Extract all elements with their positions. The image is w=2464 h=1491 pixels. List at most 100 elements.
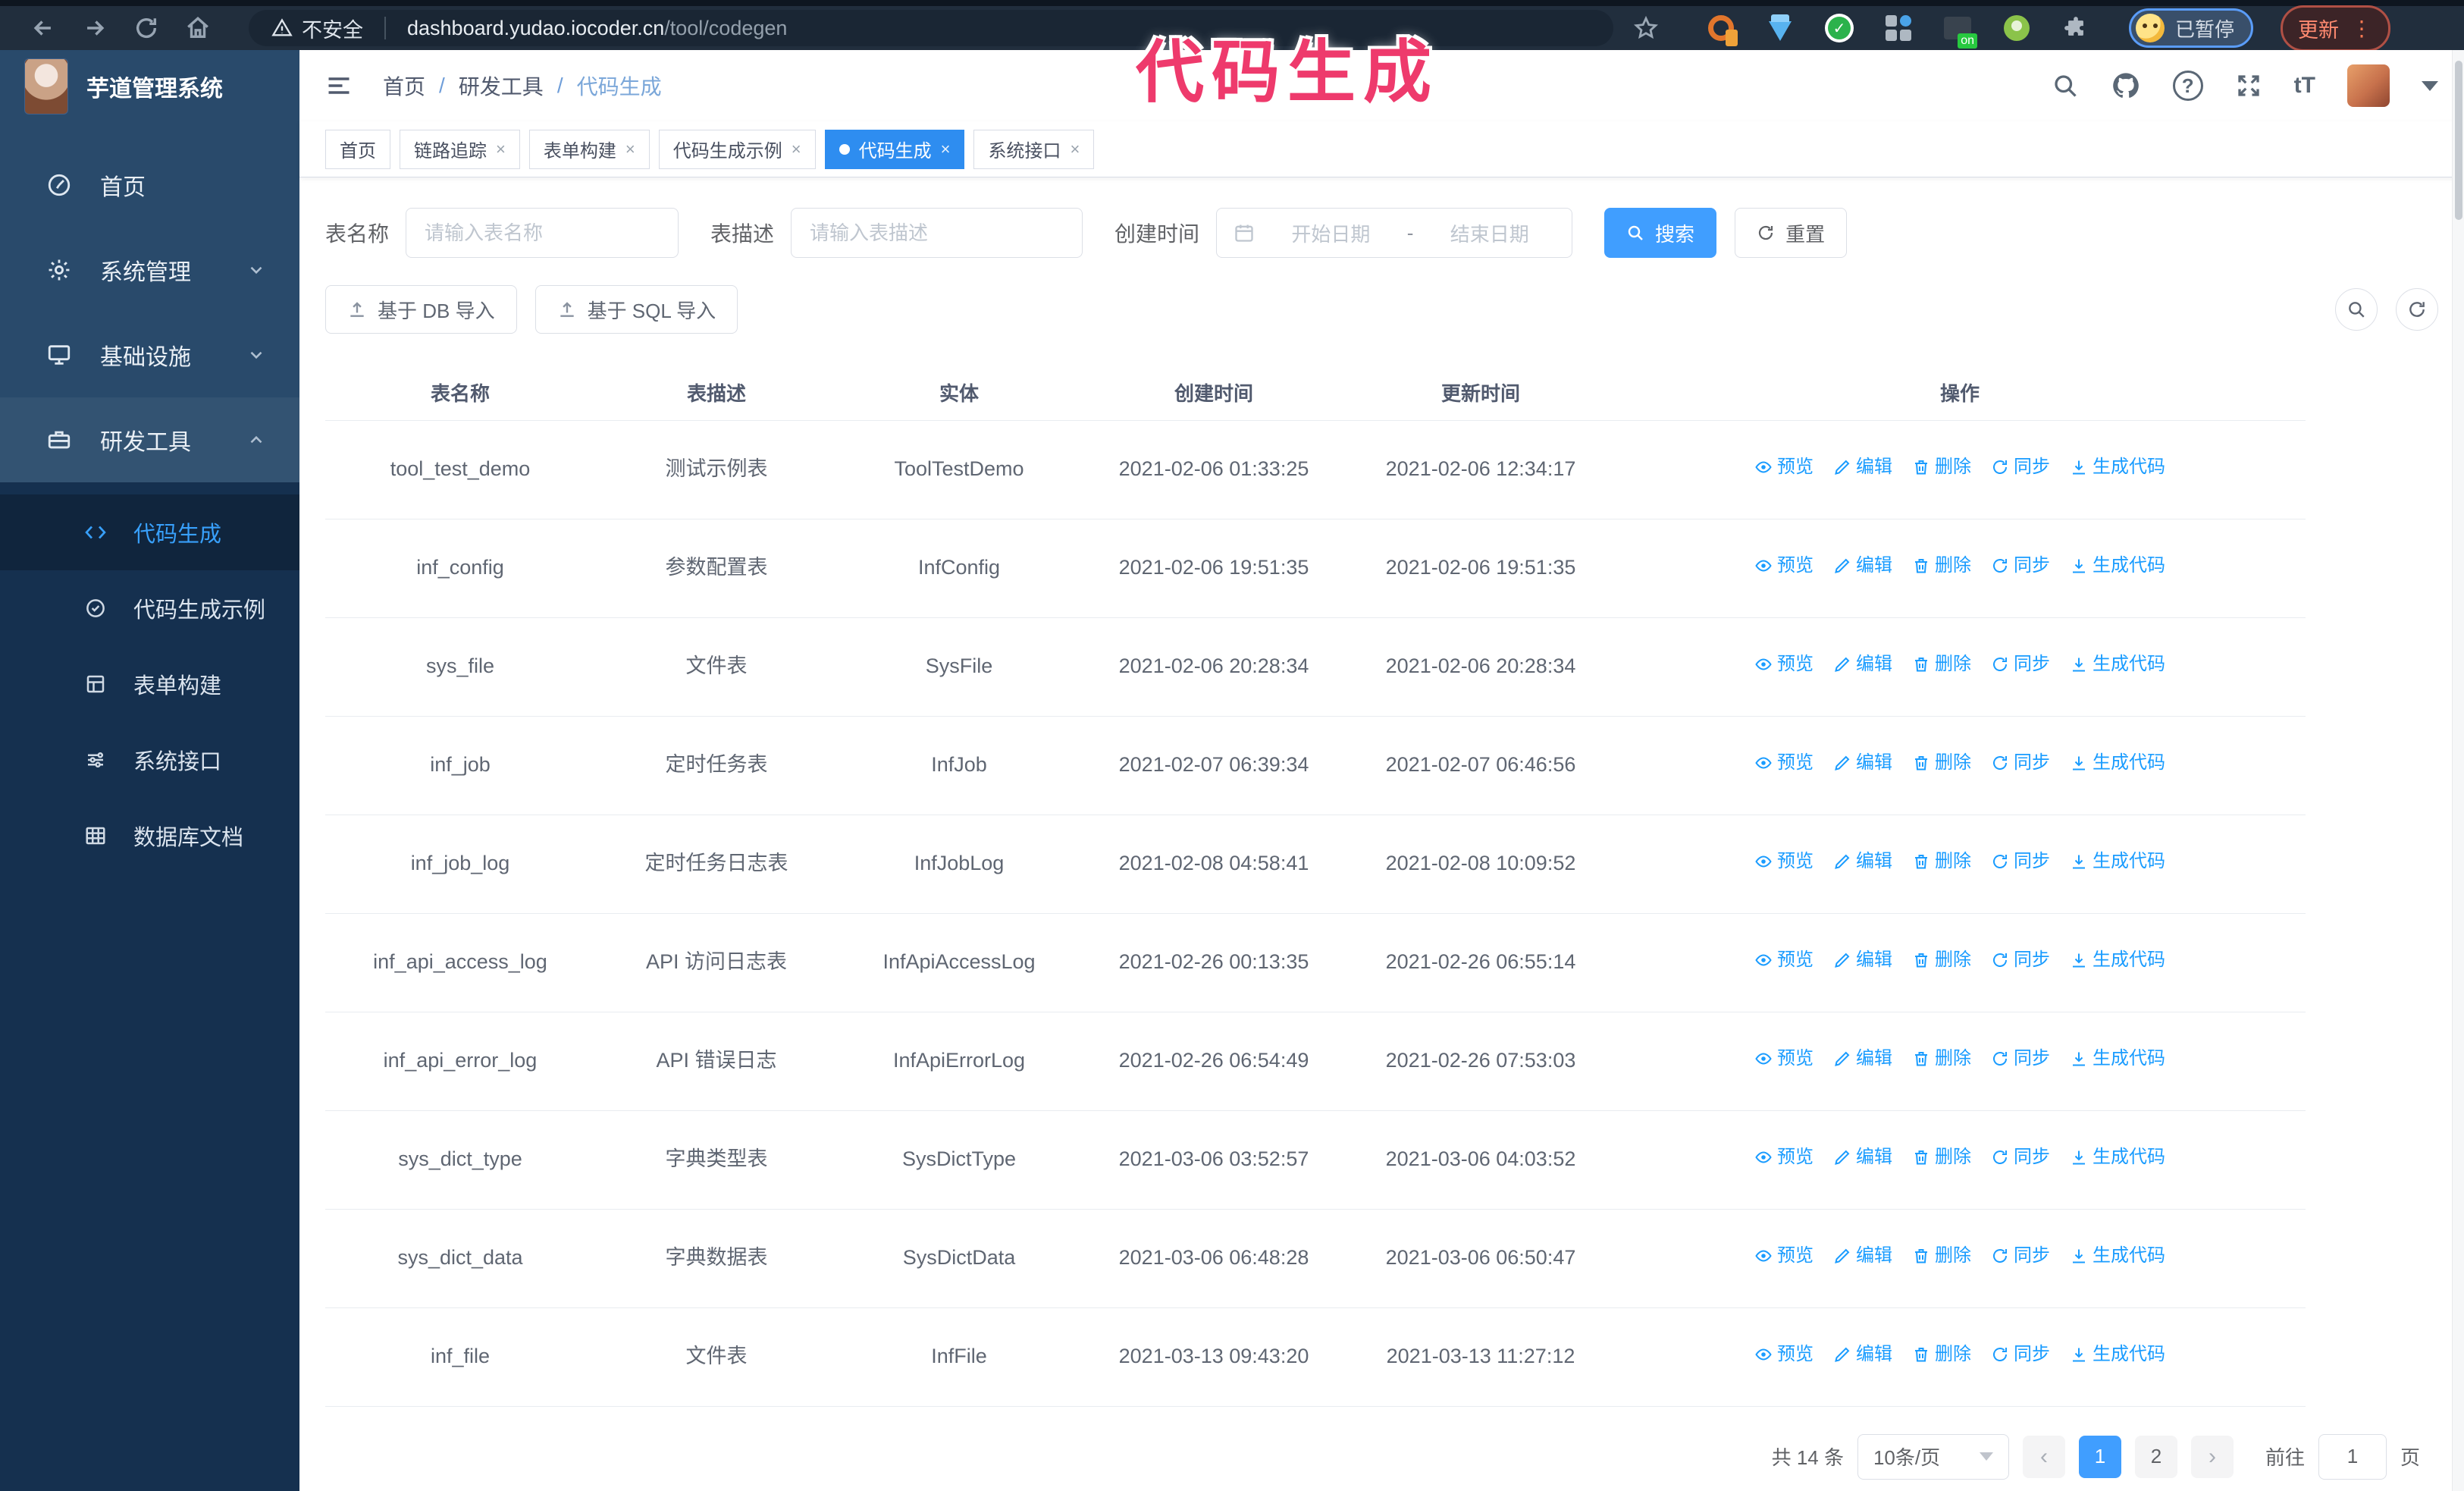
tab-home[interactable]: 首页 (325, 129, 390, 169)
browser-menu-dots-icon[interactable]: ⋮ (2351, 16, 2373, 41)
page-button-1[interactable]: 1 (2078, 1435, 2121, 1478)
delete-link[interactable]: 删除 (1912, 648, 1971, 680)
scrollbar-thumb[interactable] (2455, 61, 2462, 220)
edit-link[interactable]: 编辑 (1833, 846, 1892, 877)
extension-check-icon[interactable]: ✓ (1824, 13, 1854, 43)
page-size-select[interactable]: 10条/页 (1857, 1433, 2009, 1480)
close-icon[interactable]: × (792, 140, 801, 159)
sidebar-item-infrastructure[interactable]: 基础设施 (0, 312, 299, 397)
extension-orange-icon[interactable] (1706, 13, 1736, 43)
preview-link[interactable]: 预览 (1754, 1141, 1814, 1173)
fullscreen-icon[interactable] (2235, 72, 2262, 99)
sidebar-item-codegen[interactable]: 代码生成 (0, 494, 299, 570)
sync-link[interactable]: 同步 (1991, 747, 2050, 779)
sync-link[interactable]: 同步 (1991, 1043, 2050, 1075)
sidebar-item-system-api[interactable]: 系统接口 (0, 722, 299, 798)
search-icon[interactable] (2052, 72, 2079, 99)
tab-form-builder[interactable]: 表单构建 × (528, 129, 650, 169)
sync-link[interactable]: 同步 (1991, 1141, 2050, 1173)
edit-link[interactable]: 编辑 (1833, 1043, 1892, 1075)
tab-codegen[interactable]: 代码生成 × (824, 129, 965, 169)
extension-on-badge-icon[interactable] (1942, 13, 1977, 49)
preview-link[interactable]: 预览 (1754, 747, 1814, 779)
sync-link[interactable]: 同步 (1991, 944, 2050, 976)
sync-link[interactable]: 同步 (1991, 846, 2050, 877)
edit-link[interactable]: 编辑 (1833, 1141, 1892, 1173)
home-button[interactable] (176, 9, 220, 47)
hamburger-icon[interactable] (325, 72, 353, 99)
preview-link[interactable]: 预览 (1754, 846, 1814, 877)
sidebar-item-db-docs[interactable]: 数据库文档 (0, 798, 299, 874)
sync-link[interactable]: 同步 (1991, 1240, 2050, 1272)
extension-grid-icon[interactable] (1883, 13, 1914, 43)
sidebar-item-system-management[interactable]: 系统管理 (0, 228, 299, 312)
reload-button[interactable] (124, 9, 168, 47)
edit-link[interactable]: 编辑 (1833, 747, 1892, 779)
goto-page-input[interactable] (2318, 1433, 2387, 1480)
page-scrollbar[interactable] (2452, 50, 2464, 1491)
delete-link[interactable]: 删除 (1912, 944, 1971, 976)
preview-link[interactable]: 预览 (1754, 944, 1814, 976)
table-desc-input[interactable] (791, 208, 1083, 258)
preview-link[interactable]: 预览 (1754, 1240, 1814, 1272)
profile-chip[interactable]: 已暂停 (2129, 8, 2254, 48)
sidebar-item-dev-tools[interactable]: 研发工具 (0, 397, 299, 482)
prev-page-button[interactable]: ‹ (2022, 1435, 2065, 1478)
generate-code-link[interactable]: 生成代码 (2070, 1240, 2165, 1272)
security-badge[interactable]: 不安全 (271, 14, 363, 43)
tab-trace[interactable]: 链路追踪 × (400, 129, 520, 169)
generate-code-link[interactable]: 生成代码 (2070, 451, 2165, 483)
tab-system-api[interactable]: 系统接口 × (973, 129, 1095, 169)
generate-code-link[interactable]: 生成代码 (2070, 747, 2165, 779)
reset-button[interactable]: 重置 (1735, 208, 1848, 258)
generate-code-link[interactable]: 生成代码 (2070, 944, 2165, 976)
sync-link[interactable]: 同步 (1991, 451, 2050, 483)
delete-link[interactable]: 删除 (1912, 1240, 1971, 1272)
delete-link[interactable]: 删除 (1912, 451, 1971, 483)
refresh-table-button[interactable] (2396, 288, 2438, 331)
delete-link[interactable]: 删除 (1912, 1339, 1971, 1370)
edit-link[interactable]: 编辑 (1833, 1240, 1892, 1272)
delete-link[interactable]: 删除 (1912, 846, 1971, 877)
import-sql-button[interactable]: 基于 SQL 导入 (534, 285, 738, 334)
extension-person-icon[interactable] (2002, 13, 2032, 43)
avatar-caret-icon[interactable] (2422, 80, 2438, 91)
sidebar-item-form-builder[interactable]: 表单构建 (0, 646, 299, 722)
breadcrumb-dev-tools[interactable]: 研发工具 (459, 71, 544, 101)
extension-gem-icon[interactable] (1765, 13, 1795, 43)
close-icon[interactable]: × (625, 140, 635, 159)
edit-link[interactable]: 编辑 (1833, 944, 1892, 976)
sidebar-item-codegen-example[interactable]: 代码生成示例 (0, 570, 299, 646)
generate-code-link[interactable]: 生成代码 (2070, 550, 2165, 582)
user-avatar[interactable] (2347, 64, 2390, 107)
sidebar-item-home[interactable]: 首页 (0, 143, 299, 228)
sync-link[interactable]: 同步 (1991, 1339, 2050, 1370)
edit-link[interactable]: 编辑 (1833, 1339, 1892, 1370)
update-button[interactable]: 更新 ⋮ (2281, 5, 2391, 52)
github-icon[interactable] (2111, 71, 2141, 101)
close-icon[interactable]: × (1070, 140, 1080, 159)
page-button-2[interactable]: 2 (2134, 1435, 2177, 1478)
logo-area[interactable]: 芋道管理系统 (0, 50, 299, 123)
search-button[interactable]: 搜索 (1604, 208, 1717, 258)
extensions-puzzle-icon[interactable] (2061, 13, 2091, 43)
preview-link[interactable]: 预览 (1754, 648, 1814, 680)
generate-code-link[interactable]: 生成代码 (2070, 648, 2165, 680)
next-page-button[interactable]: › (2190, 1435, 2234, 1478)
close-icon[interactable]: × (941, 140, 951, 159)
back-button[interactable] (21, 9, 65, 47)
generate-code-link[interactable]: 生成代码 (2070, 1339, 2165, 1370)
delete-link[interactable]: 删除 (1912, 1043, 1971, 1075)
tab-codegen-example[interactable]: 代码生成示例 × (658, 129, 816, 169)
delete-link[interactable]: 删除 (1912, 550, 1971, 582)
generate-code-link[interactable]: 生成代码 (2070, 1141, 2165, 1173)
edit-link[interactable]: 编辑 (1833, 648, 1892, 680)
generate-code-link[interactable]: 生成代码 (2070, 1043, 2165, 1075)
preview-link[interactable]: 预览 (1754, 550, 1814, 582)
close-icon[interactable]: × (496, 140, 506, 159)
edit-link[interactable]: 编辑 (1833, 451, 1892, 483)
delete-link[interactable]: 删除 (1912, 1141, 1971, 1173)
help-icon[interactable]: ? (2172, 71, 2203, 101)
toggle-search-button[interactable] (2335, 288, 2378, 331)
preview-link[interactable]: 预览 (1754, 451, 1814, 483)
